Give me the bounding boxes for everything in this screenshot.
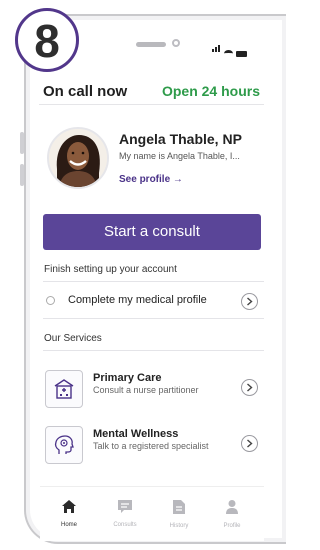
clinic-building-icon xyxy=(45,370,83,408)
service-title: Primary Care xyxy=(93,372,162,384)
chevron-right-icon[interactable] xyxy=(241,293,258,310)
nav-label: Profile xyxy=(223,523,241,529)
availability-header: On call now Open 24 hours xyxy=(43,83,264,100)
chat-icon xyxy=(118,500,132,513)
step-number: 8 xyxy=(34,15,60,67)
home-icon xyxy=(62,500,76,513)
see-profile-link[interactable]: See profile → xyxy=(119,174,183,185)
service-mental-wellness[interactable]: Mental Wellness Talk to a registered spe… xyxy=(43,424,264,468)
nav-home[interactable]: Home xyxy=(47,499,91,528)
battery-icon xyxy=(236,51,247,57)
nav-label: History xyxy=(169,523,189,529)
person-icon xyxy=(226,500,238,514)
header-divider xyxy=(39,104,264,105)
section-divider xyxy=(43,350,264,351)
phone-speaker xyxy=(136,42,166,47)
wifi-icon xyxy=(224,50,233,57)
provider-intro: My name is Angela Thable, I... xyxy=(119,151,240,161)
nav-profile[interactable]: Profile xyxy=(210,499,254,529)
section-divider xyxy=(43,318,264,319)
bottom-navigation: Home Consults History Profile xyxy=(40,486,264,541)
services-title: Our Services xyxy=(44,333,102,344)
document-icon xyxy=(173,500,185,514)
nav-label: Consults xyxy=(113,522,137,528)
provider-name: Angela Thable, NP xyxy=(119,131,242,147)
service-title: Mental Wellness xyxy=(93,428,179,440)
section-divider xyxy=(43,281,264,282)
task-radio[interactable] xyxy=(46,296,55,305)
chevron-right-icon[interactable] xyxy=(241,379,258,396)
phone-camera xyxy=(172,39,180,47)
service-primary-care[interactable]: Primary Care Consult a nurse partitioner xyxy=(43,368,264,412)
provider-avatar xyxy=(47,127,109,189)
signal-icon xyxy=(212,39,221,57)
service-subtitle: Consult a nurse partitioner xyxy=(93,385,199,395)
nav-label: Home xyxy=(60,522,77,528)
medical-profile-label: Complete my medical profile xyxy=(68,294,207,306)
see-profile-label: See profile xyxy=(119,174,171,185)
on-call-label: On call now xyxy=(43,83,128,100)
head-gear-icon xyxy=(45,426,83,464)
arrow-right-icon: → xyxy=(172,174,183,185)
nav-consults[interactable]: Consults xyxy=(103,499,147,528)
medical-profile-task[interactable]: Complete my medical profile xyxy=(43,290,264,312)
step-number-badge: 8 xyxy=(15,8,79,72)
service-subtitle: Talk to a registered specialist xyxy=(93,441,209,451)
status-bar-icons xyxy=(212,39,247,57)
account-setup-title: Finish setting up your account xyxy=(44,264,177,275)
nav-history[interactable]: History xyxy=(157,499,201,529)
open-hours-label: Open 24 hours xyxy=(161,83,260,99)
chevron-right-icon[interactable] xyxy=(241,435,258,452)
start-consult-button[interactable]: Start a consult xyxy=(43,214,261,250)
